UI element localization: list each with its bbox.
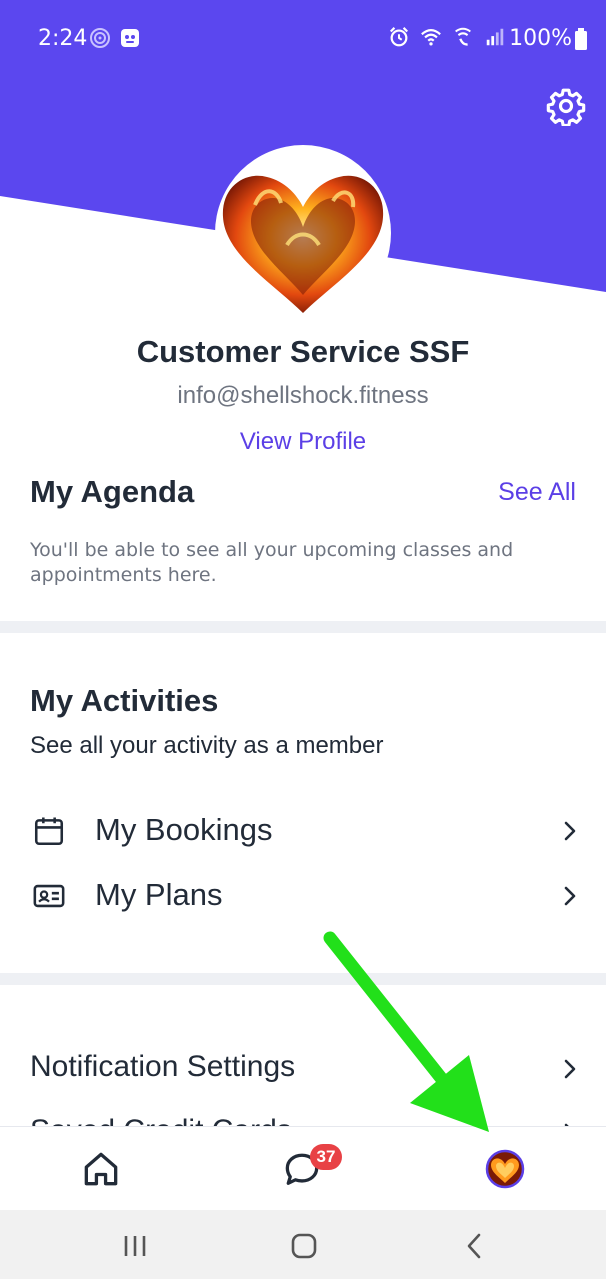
profile-name: Customer Service SSF — [136, 334, 470, 369]
chevron-right-icon — [564, 886, 576, 906]
battery-status: 100% — [509, 26, 588, 51]
my-bookings-row[interactable]: My Bookings — [0, 800, 606, 860]
home-button[interactable] — [289, 1232, 319, 1260]
signal-icon — [486, 28, 504, 46]
back-button[interactable] — [460, 1232, 490, 1260]
back-chevron-icon — [467, 1233, 481, 1259]
chevron-right-icon — [564, 1059, 576, 1079]
status-notification-icons — [88, 26, 142, 50]
profile-avatar[interactable] — [215, 145, 391, 321]
status-time: 2:24 — [38, 26, 88, 51]
my-plans-row[interactable]: My Plans — [0, 865, 606, 925]
my-bookings-label: My Bookings — [95, 812, 273, 847]
wifi-calling-icon — [455, 27, 471, 46]
view-profile-link[interactable]: View Profile — [0, 428, 606, 456]
notification-settings-row[interactable]: Notification Settings — [0, 1036, 606, 1096]
home-icon — [84, 1152, 118, 1186]
bottom-navigation — [0, 1126, 606, 1210]
calendar-icon — [34, 817, 64, 846]
section-divider — [0, 621, 606, 633]
section-divider — [0, 973, 606, 985]
settings-button[interactable] — [546, 86, 586, 128]
nav-home[interactable] — [79, 1147, 123, 1191]
agenda-title: My Agenda — [30, 474, 195, 509]
status-bar: 2:24 100% — [0, 0, 606, 78]
id-card-icon — [33, 884, 65, 908]
recent-apps-icon — [124, 1236, 146, 1256]
avatar-icon — [485, 1149, 525, 1189]
fiery-heart-avatar — [222, 175, 384, 313]
home-circle-icon — [291, 1233, 317, 1259]
my-plans-label: My Plans — [95, 877, 223, 912]
agenda-empty-text: You'll be able to see all your upcoming … — [30, 539, 514, 586]
nav-profile[interactable] — [483, 1147, 527, 1191]
recent-apps-button[interactable] — [120, 1232, 150, 1260]
activities-title: My Activities — [30, 683, 219, 718]
battery-icon — [575, 27, 587, 50]
activities-subtitle: See all your activity as a member — [30, 732, 384, 759]
messages-badge: 37 — [310, 1144, 342, 1170]
alarm-icon — [389, 27, 409, 47]
app-notification-icon — [121, 29, 139, 47]
profile-email: info@shellshock.fitness — [177, 382, 429, 409]
notification-settings-label: Notification Settings — [30, 1050, 296, 1083]
gear-icon — [546, 88, 586, 128]
see-all-link[interactable]: See All — [498, 478, 576, 507]
battery-percentage: 100% — [509, 26, 572, 51]
wifi-icon — [421, 29, 441, 46]
status-system-icons — [388, 26, 506, 48]
system-navigation-bar — [0, 1210, 606, 1279]
fingerprint-icon — [90, 28, 110, 48]
chevron-right-icon — [564, 821, 576, 841]
